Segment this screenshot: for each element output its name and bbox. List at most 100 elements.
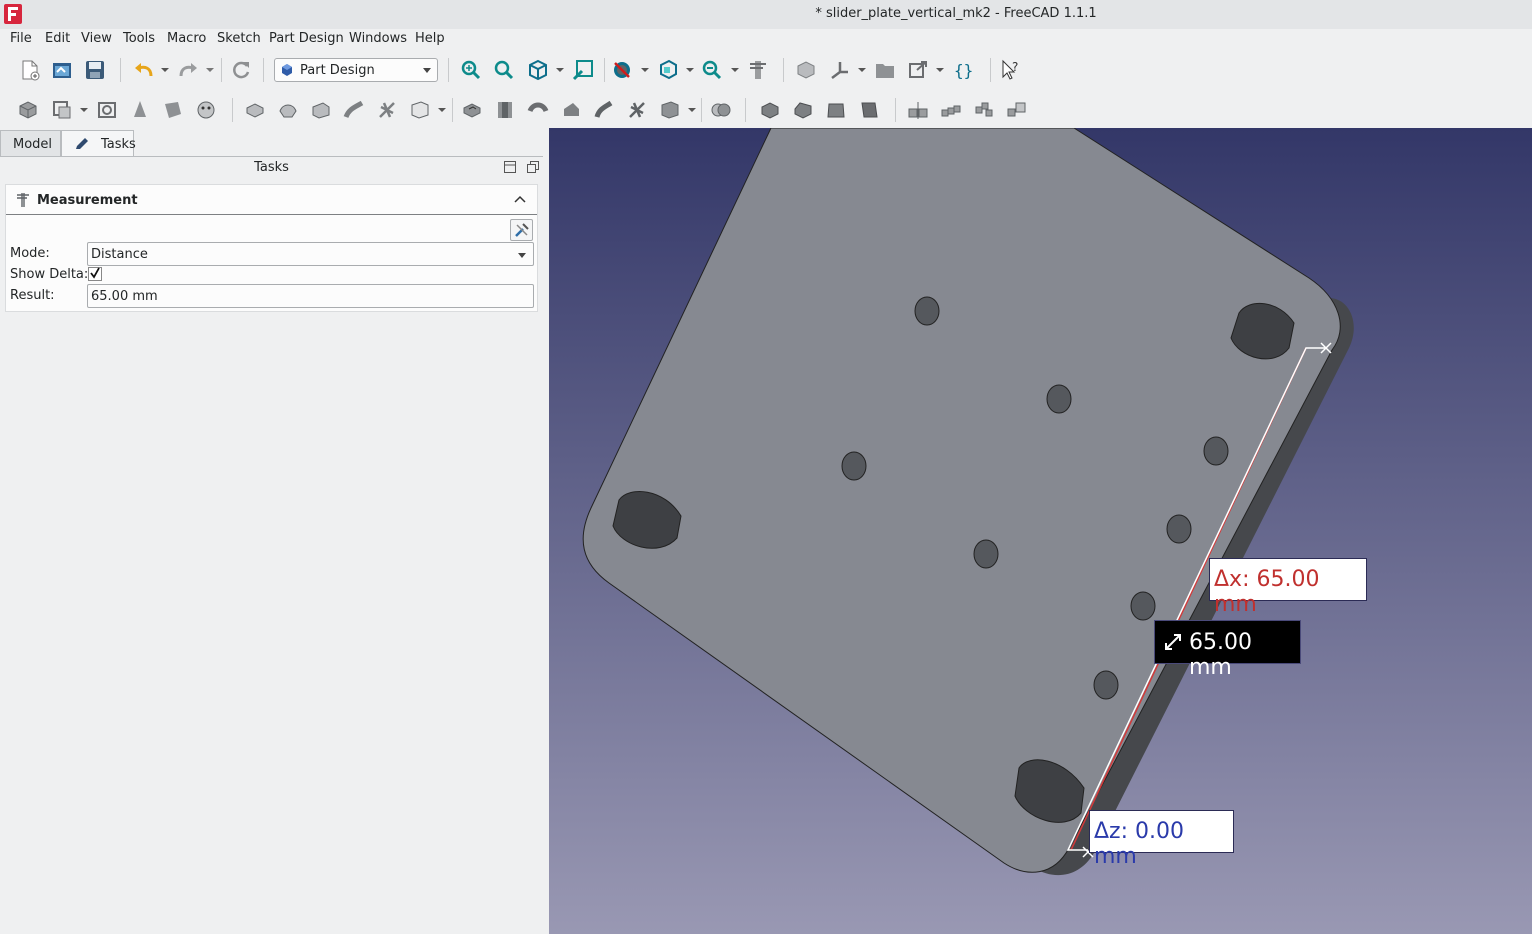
revolution-icon[interactable] <box>277 99 299 121</box>
show-delta-checkbox[interactable] <box>88 267 102 281</box>
undo-icon[interactable] <box>133 59 155 81</box>
menu-help[interactable]: Help <box>415 31 445 46</box>
new-document-icon[interactable] <box>19 59 41 81</box>
delta-x-label: Δx: 65.00 mm <box>1209 558 1367 617</box>
window-title: * slider_plate_vertical_mk2 - FreeCAD 1.… <box>815 6 1097 21</box>
svg-text:{}: {} <box>954 61 973 80</box>
measurement-title-bar[interactable]: Measurement <box>6 185 537 215</box>
tab-tasks[interactable]: Tasks <box>61 130 136 156</box>
redo-dropdown-icon[interactable] <box>206 66 214 74</box>
zoom-dropdown-icon[interactable] <box>731 66 739 74</box>
tools-settings-icon <box>515 223 529 237</box>
view-cube-icon[interactable] <box>657 59 679 81</box>
delta-x-text: Δx: 65.00 mm <box>1214 567 1320 617</box>
mirrored-icon[interactable] <box>907 99 929 121</box>
validate-sketch-icon[interactable] <box>96 99 118 121</box>
tab-model[interactable]: Model <box>0 130 61 156</box>
menu-sketch[interactable]: Sketch <box>217 31 261 46</box>
fillet-icon[interactable] <box>759 99 781 121</box>
delta-z-label: Δz: 0.00 mm <box>1089 810 1234 869</box>
undo-dropdown-icon[interactable] <box>161 66 169 74</box>
measure-tool-icon <box>17 193 29 207</box>
measurement-settings-button[interactable] <box>510 219 533 241</box>
result-value: 65.00 mm <box>91 289 158 304</box>
open-document-icon[interactable] <box>51 59 73 81</box>
fit-all-icon[interactable] <box>460 59 482 81</box>
linear-pattern-icon[interactable] <box>940 99 962 121</box>
menu-windows[interactable]: Windows <box>349 31 407 46</box>
result-field[interactable]: 65.00 mm <box>87 284 534 308</box>
subtractive-primitive-icon[interactable] <box>659 99 681 121</box>
title-bar: * slider_plate_vertical_mk2 - FreeCAD 1.… <box>0 0 1532 29</box>
draw-style-icon[interactable] <box>611 59 633 81</box>
part-icon[interactable] <box>795 59 817 81</box>
multi-transform-icon[interactable] <box>1006 99 1028 121</box>
draft-icon[interactable] <box>825 99 847 121</box>
subtractive-helix-icon[interactable] <box>626 99 648 121</box>
variable-set-icon[interactable]: {} <box>952 59 974 81</box>
additive-primitive-dropdown-icon[interactable] <box>438 106 446 114</box>
redo-icon[interactable] <box>177 59 199 81</box>
subtractive-pipe-icon[interactable] <box>593 99 615 121</box>
collapse-chevron-icon[interactable] <box>514 194 526 204</box>
std-views-dropdown-icon[interactable] <box>686 66 694 74</box>
whats-this-help-icon[interactable]: ? <box>1000 59 1022 81</box>
3d-viewport[interactable]: Δx: 65.00 mm 65.00 mm Δz: 0.00 mm <box>549 128 1532 934</box>
workbench-selector[interactable]: Part Design <box>274 58 438 82</box>
thickness-icon[interactable] <box>858 99 880 121</box>
datum-axes-icon[interactable] <box>829 59 851 81</box>
menu-tools[interactable]: Tools <box>123 31 155 46</box>
svg-text:?: ? <box>1012 60 1018 74</box>
distance-text: 65.00 mm <box>1189 630 1252 680</box>
select-filter-icon[interactable] <box>572 59 594 81</box>
link-dropdown-icon[interactable] <box>936 66 944 74</box>
dock-toggle-icon[interactable] <box>504 161 516 173</box>
refresh-icon[interactable] <box>230 59 252 81</box>
save-document-icon[interactable] <box>84 59 106 81</box>
subtractive-primitive-dropdown-icon[interactable] <box>688 106 696 114</box>
create-sketch-icon[interactable] <box>51 99 73 121</box>
additive-loft-icon[interactable] <box>310 99 332 121</box>
boolean-icon[interactable] <box>710 99 732 121</box>
sub-shape-binder-icon[interactable] <box>162 99 184 121</box>
axonometric-view-icon[interactable] <box>527 59 549 81</box>
workbench-selector-label: Part Design <box>300 63 375 78</box>
additive-helix-icon[interactable] <box>376 99 398 121</box>
polar-pattern-icon[interactable] <box>973 99 995 121</box>
datum-dropdown-icon[interactable] <box>858 66 866 74</box>
subtractive-loft-icon[interactable] <box>560 99 582 121</box>
distance-label: 65.00 mm <box>1154 620 1301 680</box>
measure-icon[interactable] <box>747 59 769 81</box>
pad-icon[interactable] <box>244 99 266 121</box>
clone-icon[interactable] <box>195 99 217 121</box>
pencil-icon <box>76 138 88 149</box>
menu-edit[interactable]: Edit <box>45 31 70 46</box>
hole-icon[interactable] <box>494 99 516 121</box>
shape-binder-icon[interactable] <box>129 99 151 121</box>
tasks-header: Tasks <box>0 157 543 179</box>
menu-part-design[interactable]: Part Design <box>269 31 344 46</box>
chamfer-icon[interactable] <box>792 99 814 121</box>
zoom-icon[interactable] <box>701 59 723 81</box>
link-icon[interactable] <box>907 59 929 81</box>
draw-style-dropdown-icon[interactable] <box>641 66 649 74</box>
additive-primitive-icon[interactable] <box>409 99 431 121</box>
view-dropdown-icon[interactable] <box>556 66 564 74</box>
menu-view[interactable]: View <box>81 31 112 46</box>
delta-z-text: Δz: 0.00 mm <box>1094 819 1184 869</box>
group-folder-icon[interactable] <box>874 59 896 81</box>
menu-file[interactable]: File <box>10 31 32 46</box>
additive-pipe-icon[interactable] <box>343 99 365 121</box>
mode-select[interactable]: Distance <box>87 242 534 266</box>
menu-macro[interactable]: Macro <box>167 31 206 46</box>
plate-model <box>582 128 1354 876</box>
mode-select-value: Distance <box>91 247 148 262</box>
groove-icon[interactable] <box>527 99 549 121</box>
checkmark-icon <box>90 267 100 279</box>
create-body-icon[interactable] <box>17 99 39 121</box>
float-window-icon[interactable] <box>527 161 539 173</box>
fit-selection-icon[interactable] <box>493 59 515 81</box>
pocket-icon[interactable] <box>461 99 483 121</box>
measurement-title: Measurement <box>37 193 138 208</box>
sketch-dropdown-icon[interactable] <box>80 106 88 114</box>
